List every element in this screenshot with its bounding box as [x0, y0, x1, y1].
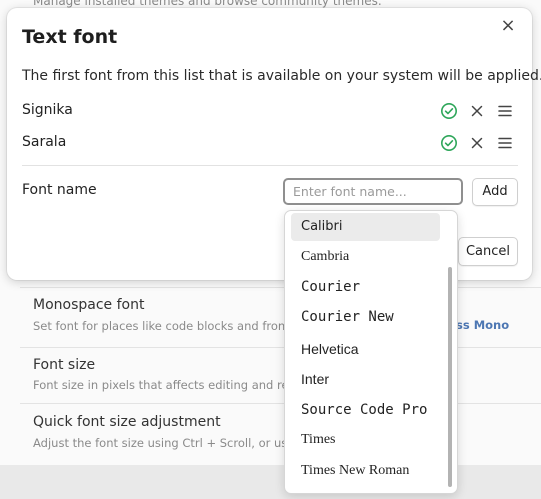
remove-icon[interactable] [468, 134, 486, 152]
suggestion-item-source-code-pro[interactable]: Source Code Pro [291, 396, 440, 424]
suggestion-item-calibri[interactable]: Calibri [291, 213, 440, 241]
dropdown-scrollbar[interactable] [448, 267, 452, 487]
font-list-item-name: Sarala [22, 134, 67, 150]
monospace-font-value-link[interactable]: ss Mono [456, 318, 509, 332]
font-list-item: Sarala [22, 132, 518, 156]
suggestion-item-courier-new[interactable]: Courier New [291, 303, 440, 331]
close-icon[interactable]: × [498, 16, 518, 36]
setting-name: Font size [33, 357, 96, 373]
font-name-input[interactable] [283, 178, 463, 205]
setting-description: Font size in pixels that affects editing… [33, 378, 321, 392]
suggestion-item-times-new-roman[interactable]: Times New Roman [291, 457, 440, 485]
font-list-item: Signika [22, 100, 518, 124]
font-list-item-name: Signika [22, 102, 73, 118]
font-name-label: Font name [22, 182, 97, 198]
modal-description: The first font from this list that is av… [22, 68, 541, 84]
cancel-button[interactable]: Cancel [458, 237, 518, 266]
suggestion-item-inter[interactable]: Inter [291, 365, 440, 393]
suggestion-item-times[interactable]: Times [291, 426, 440, 454]
suggestion-item-helvetica[interactable]: Helvetica [291, 335, 440, 363]
modal-title: Text font [22, 26, 118, 48]
font-suggestions-dropdown: Calibri Cambria Courier Courier New Helv… [284, 210, 458, 494]
check-circle-icon [441, 135, 457, 151]
suggestion-item-cambria[interactable]: Cambria [291, 243, 440, 271]
background-footer [0, 465, 541, 499]
setting-name: Monospace font [33, 297, 145, 313]
add-button[interactable]: Add [472, 178, 518, 206]
themes-description: Manage installed themes and browse commu… [33, 0, 382, 8]
drag-handle-icon[interactable] [496, 102, 514, 120]
drag-handle-icon[interactable] [496, 134, 514, 152]
setting-description: Set font for places like code blocks and… [33, 319, 325, 333]
setting-quick-font-size: Quick font size adjustment Adjust the fo… [20, 403, 541, 464]
setting-name: Quick font size adjustment [33, 414, 221, 430]
suggestion-item-courier[interactable]: Courier [291, 273, 440, 301]
setting-font-size: Font size Font size in pixels that affec… [20, 347, 541, 404]
divider [22, 165, 518, 166]
remove-icon[interactable] [468, 102, 486, 120]
check-circle-icon [441, 103, 457, 119]
